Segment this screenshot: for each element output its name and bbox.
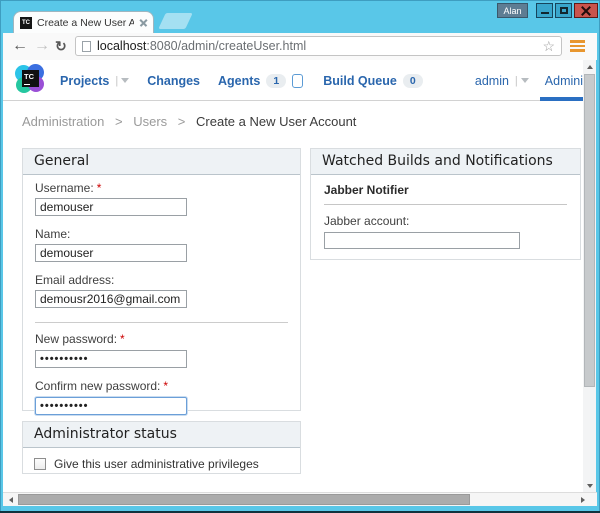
nav-separator: | — [115, 75, 118, 87]
chevron-down-icon — [521, 78, 529, 83]
tab-title: Create a New User Accoun — [37, 17, 134, 29]
scroll-left-button[interactable] — [4, 493, 17, 506]
new-password-input[interactable] — [35, 350, 187, 368]
horizontal-scroll-thumb[interactable] — [18, 494, 470, 505]
jabber-account-label: Jabber account: — [324, 215, 567, 228]
agents-count-badge: 1 — [266, 74, 286, 88]
teamcity-header: TC Projects | Changes Agents 1 Build Que… — [3, 60, 583, 101]
close-button[interactable] — [574, 3, 598, 18]
confirm-password-label: Confirm new password:* — [35, 380, 288, 393]
required-mark: * — [97, 181, 102, 195]
logo-tc-square: TC — [22, 70, 39, 87]
watched-builds-section: Watched Builds and Notifications Jabber … — [310, 148, 581, 260]
nav-agents[interactable]: Agents — [218, 74, 260, 88]
email-field-group: Email address: — [35, 274, 288, 308]
jabber-account-input[interactable] — [324, 232, 520, 249]
required-mark: * — [163, 379, 168, 393]
titlebar-user-button[interactable]: Alan — [497, 3, 528, 18]
name-field-group: Name: — [35, 228, 288, 262]
browser-menu-icon[interactable] — [570, 40, 585, 54]
scroll-up-button[interactable] — [583, 60, 596, 73]
administrator-status-section: Administrator status Give this user admi… — [22, 421, 301, 474]
vertical-scrollbar[interactable] — [583, 60, 596, 492]
scroll-up-icon — [587, 65, 593, 69]
scroll-down-icon — [587, 484, 593, 488]
page-icon — [82, 41, 91, 52]
browser-toolbar: ← → ↻ localhost:8080/admin/createUser.ht… — [3, 33, 597, 60]
email-label: Email address: — [35, 274, 288, 287]
user-menu-separator: | — [515, 75, 518, 87]
address-bar[interactable]: localhost:8080/admin/createUser.html ☆ — [75, 36, 562, 56]
teamcity-favicon: TC — [20, 17, 32, 29]
confirm-password-field-group: Confirm new password:* — [35, 380, 288, 415]
jabber-account-field-group: Jabber account: — [324, 215, 567, 249]
scroll-right-icon — [581, 497, 585, 503]
section-divider — [35, 322, 288, 323]
admin-privileges-checkbox[interactable] — [34, 458, 46, 470]
username-label: Username:* — [35, 182, 288, 195]
email-input[interactable] — [35, 290, 187, 308]
confirm-password-input[interactable] — [35, 397, 187, 415]
tab-administration[interactable]: Admini — [545, 74, 583, 88]
minimize-icon — [541, 12, 549, 14]
horizontal-scrollbar[interactable] — [3, 492, 597, 506]
administrator-status-title: Administrator status — [23, 422, 300, 448]
general-section: General Username:* Name: Email address: — [22, 148, 301, 411]
bookmark-star-icon[interactable]: ☆ — [542, 39, 555, 53]
teamcity-page: TC Projects | Changes Agents 1 Build Que… — [3, 60, 583, 492]
chevron-down-icon — [121, 78, 129, 83]
scroll-left-icon — [9, 497, 13, 503]
maximize-icon — [560, 7, 568, 14]
name-input[interactable] — [35, 244, 187, 262]
new-password-label: New password:* — [35, 333, 288, 346]
url-path: :8080/admin/createUser.html — [146, 39, 306, 53]
vertical-scroll-thumb[interactable] — [584, 74, 595, 387]
breadcrumb-current-page: Create a New User Account — [196, 114, 356, 129]
tab-close-icon[interactable] — [139, 19, 147, 27]
forward-button[interactable]: → — [34, 35, 50, 57]
browser-tab[interactable]: TC Create a New User Accoun — [13, 11, 154, 33]
teamcity-logo[interactable]: TC — [15, 64, 45, 94]
url-host: localhost — [97, 39, 146, 53]
breadcrumb: Administration > Users > Create a New Us… — [3, 101, 583, 129]
build-queue-count-badge: 0 — [403, 74, 423, 88]
breadcrumb-separator: > — [115, 114, 123, 129]
back-button[interactable]: ← — [12, 35, 28, 57]
breadcrumb-users[interactable]: Users — [133, 114, 167, 129]
refresh-button[interactable]: ↻ — [55, 35, 67, 57]
agents-icon — [292, 74, 303, 88]
nav-build-queue[interactable]: Build Queue — [323, 74, 397, 88]
username-field-group: Username:* — [35, 182, 288, 216]
name-label: Name: — [35, 228, 288, 241]
jabber-notifier-heading: Jabber Notifier — [324, 183, 567, 205]
scroll-right-button[interactable] — [576, 493, 589, 506]
active-tab-indicator — [540, 97, 583, 101]
maximize-button[interactable] — [555, 3, 572, 18]
new-password-field-group: New password:* — [35, 333, 288, 368]
username-input[interactable] — [35, 198, 187, 216]
browser-window: Alan TC Create a New User Accoun ← → ↻ l… — [0, 0, 600, 513]
new-tab-button[interactable] — [158, 13, 192, 29]
required-mark: * — [120, 332, 125, 346]
admin-privileges-label: Give this user administrative privileges — [54, 457, 259, 471]
minimize-button[interactable] — [536, 3, 553, 18]
close-icon — [581, 6, 591, 16]
breadcrumb-separator: > — [178, 114, 186, 129]
breadcrumb-administration[interactable]: Administration — [22, 114, 104, 129]
scroll-down-button[interactable] — [583, 479, 596, 492]
nav-changes[interactable]: Changes — [147, 74, 200, 88]
watched-builds-title: Watched Builds and Notifications — [311, 149, 580, 175]
nav-projects[interactable]: Projects — [60, 74, 109, 88]
general-section-title: General — [23, 149, 300, 175]
user-menu[interactable]: admin — [475, 74, 509, 88]
